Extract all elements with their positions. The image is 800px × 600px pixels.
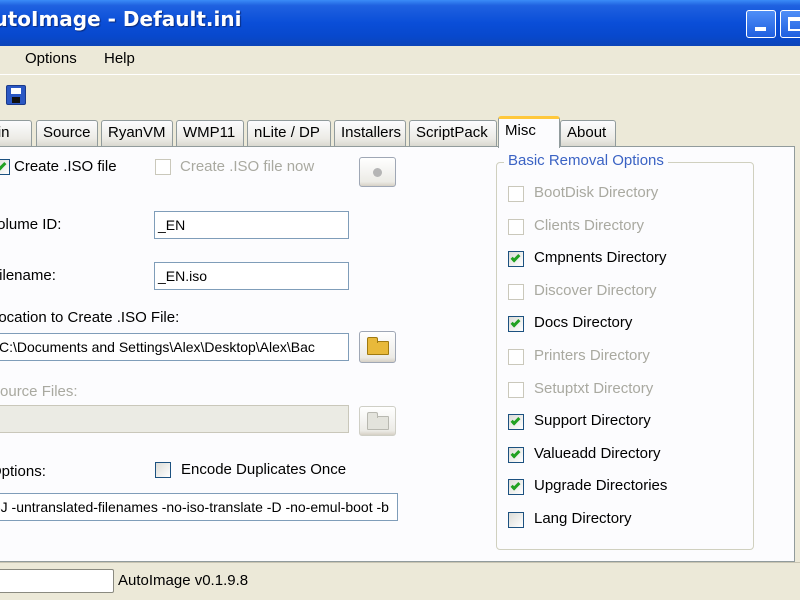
removal-checkbox[interactable] <box>508 251 524 267</box>
dot-icon <box>373 168 382 177</box>
removal-checkbox[interactable] <box>508 382 524 398</box>
options-label: Options: <box>0 463 46 480</box>
options-input[interactable]: -J -untranslated-filenames -no-iso-trans… <box>0 493 398 521</box>
removal-option-label: Discover Directory <box>534 282 657 299</box>
folder-open-icon <box>367 412 389 430</box>
window-title: AutoImage - Default.ini <box>0 7 242 31</box>
title-bar[interactable]: AutoImage - Default.ini <box>0 0 800 46</box>
removal-checkbox[interactable] <box>508 349 524 365</box>
removal-checkbox[interactable] <box>508 219 524 235</box>
maximize-button[interactable] <box>780 10 800 38</box>
tab-nlite-dp[interactable]: nLite / DP <box>247 120 331 146</box>
tab-main[interactable]: Main <box>0 120 32 146</box>
removal-checkbox[interactable] <box>508 284 524 300</box>
maximize-icon <box>788 17 800 31</box>
create-iso-now-label: Create .ISO file now <box>180 158 315 175</box>
source-files-label: Source Files: <box>0 383 78 400</box>
removal-option-label: Printers Directory <box>534 347 650 364</box>
removal-checkbox[interactable] <box>508 512 524 528</box>
removal-checkbox[interactable] <box>508 414 524 430</box>
create-iso-now-checkbox[interactable] <box>155 159 171 175</box>
encode-duplicates-checkbox[interactable] <box>155 462 171 478</box>
group-title: Basic Removal Options <box>504 152 668 169</box>
status-progress-field <box>0 569 114 593</box>
removal-checkbox[interactable] <box>508 186 524 202</box>
toolbar <box>0 74 800 116</box>
encode-duplicates-label: Encode Duplicates Once <box>181 461 347 478</box>
removal-checkbox[interactable] <box>508 316 524 332</box>
status-bar: AutoImage v0.1.9.8 <box>0 562 800 600</box>
create-iso-now-button[interactable] <box>359 157 396 187</box>
tab-misc[interactable]: Misc <box>498 116 560 148</box>
menu-help[interactable]: Help <box>104 50 135 67</box>
source-files-input[interactable] <box>0 405 349 433</box>
create-iso-label: Create .ISO file <box>14 158 117 175</box>
filename-label: Filename: <box>0 267 56 284</box>
volume-id-input[interactable]: _EN <box>154 211 349 239</box>
removal-option-label: Lang Directory <box>534 510 632 527</box>
removal-checkbox[interactable] <box>508 479 524 495</box>
minimize-icon <box>755 27 766 31</box>
removal-option-label: Docs Directory <box>534 314 633 331</box>
volume-id-label: Volume ID: <box>0 216 62 233</box>
tab-about[interactable]: About <box>560 120 616 146</box>
tab-source[interactable]: Source <box>36 120 98 146</box>
location-label: Location to Create .ISO File: <box>0 309 180 326</box>
location-input[interactable]: C:\Documents and Settings\Alex\Desktop\A… <box>0 333 349 361</box>
minimize-button[interactable] <box>746 10 776 38</box>
removal-option-label: Valueadd Directory <box>534 445 661 462</box>
removal-option-label: Setuptxt Directory <box>534 380 654 397</box>
browse-location-button[interactable] <box>359 331 396 363</box>
tab-scriptpack[interactable]: ScriptPack <box>409 120 497 146</box>
tab-wmp11[interactable]: WMP11 <box>176 120 244 146</box>
status-version: AutoImage v0.1.9.8 <box>118 572 249 589</box>
menu-options[interactable]: Options <box>25 50 77 67</box>
removal-option-label: BootDisk Directory <box>534 184 659 201</box>
filename-input[interactable]: _EN.iso <box>154 262 349 290</box>
removal-option-label: Cmpnents Directory <box>534 249 667 266</box>
floppy-disk-icon[interactable] <box>6 85 26 105</box>
removal-option-label: Upgrade Directories <box>534 477 668 494</box>
create-iso-checkbox[interactable] <box>0 159 10 175</box>
menu-bar: Options Help <box>0 46 800 72</box>
removal-option-label: Clients Directory <box>534 217 645 234</box>
folder-open-icon <box>367 337 389 355</box>
removal-checkbox[interactable] <box>508 447 524 463</box>
tab-installers[interactable]: Installers <box>334 120 406 146</box>
removal-option-label: Support Directory <box>534 412 651 429</box>
tab-ryanvm[interactable]: RyanVM <box>101 120 173 146</box>
browse-source-button[interactable] <box>359 406 396 436</box>
